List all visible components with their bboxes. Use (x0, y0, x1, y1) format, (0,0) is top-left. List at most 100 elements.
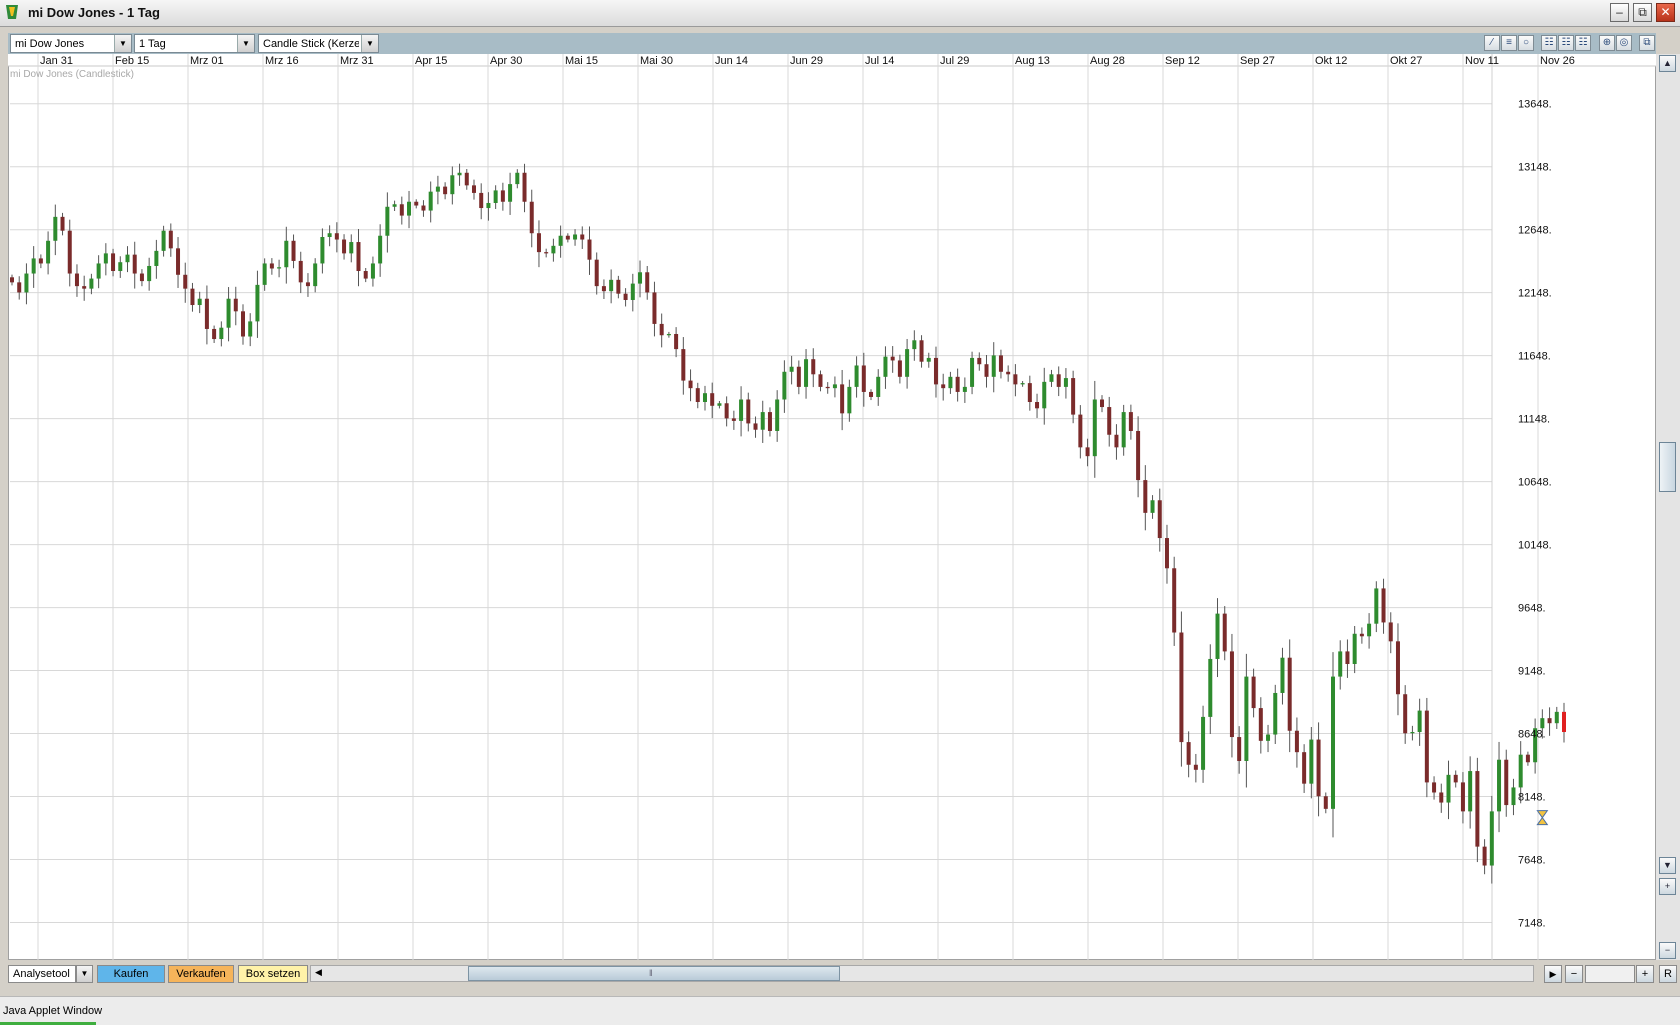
candle-body[interactable] (767, 412, 772, 431)
candle-body[interactable] (125, 254, 130, 263)
horizontal-scroll-thumb[interactable]: ‖ (468, 966, 840, 981)
candle-body[interactable] (926, 357, 931, 362)
chevron-down-icon[interactable]: ▼ (76, 965, 93, 983)
candle-body[interactable] (731, 418, 736, 421)
candle-body[interactable] (342, 239, 347, 254)
candle-body[interactable] (1063, 378, 1068, 387)
candle-body[interactable] (82, 286, 87, 289)
candle-body[interactable] (558, 235, 563, 246)
arrow-left-icon[interactable]: ◀ (315, 967, 322, 978)
candle-body[interactable] (1251, 676, 1256, 709)
candle-body[interactable] (1258, 708, 1263, 741)
candle-body[interactable] (825, 386, 830, 389)
candle-body[interactable] (356, 242, 361, 272)
candle-body[interactable] (1497, 759, 1502, 812)
candle-body[interactable] (666, 333, 671, 336)
candle-body[interactable] (298, 260, 303, 283)
candle-body[interactable] (53, 216, 58, 241)
candle-body[interactable] (1468, 771, 1473, 812)
candle-body[interactable] (760, 412, 765, 430)
candle-body[interactable] (573, 234, 578, 240)
candle-body[interactable] (190, 288, 195, 306)
candle-body[interactable] (1554, 711, 1559, 724)
candle-body[interactable] (1229, 651, 1234, 738)
restore-button[interactable]: ⧉ (1633, 3, 1652, 22)
candle-body[interactable] (500, 190, 505, 202)
candle-body[interactable] (724, 403, 729, 419)
candle-body[interactable] (74, 273, 79, 287)
candle-body[interactable] (804, 359, 809, 387)
candle-body[interactable] (363, 271, 368, 279)
candle-body[interactable] (46, 240, 51, 264)
candle-body[interactable] (984, 364, 989, 377)
candle-body[interactable] (471, 185, 476, 193)
candle-body[interactable] (493, 190, 498, 203)
candle-body[interactable] (890, 356, 895, 361)
period-select[interactable]: 1 Tag ▼ (134, 34, 255, 53)
candle-body[interactable] (118, 262, 123, 272)
scroll-right-button[interactable]: ▶ (1544, 965, 1562, 983)
candle-body[interactable] (103, 253, 108, 264)
candle-body[interactable] (933, 357, 938, 385)
candle-body[interactable] (710, 393, 715, 406)
candle-body[interactable] (854, 365, 859, 387)
candle-body[interactable] (1164, 538, 1169, 569)
candle-body[interactable] (1395, 641, 1400, 695)
candle-body[interactable] (796, 366, 801, 387)
candle-body[interactable] (255, 284, 260, 322)
candle-body[interactable] (861, 365, 866, 392)
candle-body[interactable] (905, 349, 910, 377)
candle-body[interactable] (1273, 692, 1278, 735)
candle-body[interactable] (248, 321, 253, 337)
candle-body[interactable] (443, 186, 448, 195)
vertical-scrollbar[interactable]: ▲ ▼ + − (1656, 54, 1680, 960)
candle-body[interactable] (1042, 381, 1047, 409)
candle-body[interactable] (240, 311, 245, 337)
candle-body[interactable] (1388, 622, 1393, 642)
candle-body[interactable] (1136, 430, 1141, 481)
candle-body[interactable] (1540, 718, 1545, 729)
candle-body[interactable] (1237, 737, 1242, 761)
close-button[interactable]: ✕ (1656, 3, 1675, 22)
chart-type-select[interactable]: Candle Stick (Kerzen ▼ (258, 34, 379, 53)
zoom-in-icon[interactable]: ⊕ (1599, 35, 1615, 51)
candle-body[interactable] (385, 206, 390, 236)
candle-body[interactable] (277, 267, 282, 269)
candle-body[interactable] (1367, 623, 1372, 637)
candle-body[interactable] (1266, 734, 1271, 741)
chevron-down-icon[interactable]: ▼ (114, 35, 131, 52)
candle-body[interactable] (1143, 480, 1148, 513)
candle-body[interactable] (392, 204, 397, 207)
window-icon[interactable]: ⧉ (1639, 35, 1655, 51)
candle-body[interactable] (739, 399, 744, 421)
candle-body[interactable] (775, 399, 780, 431)
horizontal-scrollbar[interactable]: ◀ ‖ (310, 965, 1534, 982)
candle-body[interactable] (1511, 787, 1516, 806)
scroll-up-button[interactable]: ▲ (1659, 55, 1676, 72)
candle-body[interactable] (1201, 716, 1206, 770)
candle-body[interactable] (941, 384, 946, 389)
candle-body[interactable] (508, 184, 513, 202)
candle-body[interactable] (479, 192, 484, 209)
candle-body[interactable] (897, 360, 902, 377)
candle-body[interactable] (638, 272, 643, 284)
candle-body[interactable] (428, 191, 433, 211)
candle-body[interactable] (31, 258, 36, 274)
candle-body[interactable] (1439, 792, 1444, 803)
candlestick-chart[interactable]: 13648. 13148. 12648. 12148. 11648. 11148. 1064… (8, 54, 1656, 960)
candle-body[interactable] (818, 374, 823, 387)
candle-body[interactable] (370, 263, 375, 279)
candle-body[interactable] (414, 201, 419, 206)
chevron-down-icon[interactable]: ▼ (237, 35, 254, 52)
candle-body[interactable] (132, 254, 137, 274)
candle-body[interactable] (1287, 657, 1292, 731)
candle-body[interactable] (1446, 774, 1451, 803)
sell-button[interactable]: Verkaufen (168, 965, 234, 983)
candle-body[interactable] (1215, 613, 1220, 659)
candle-body[interactable] (782, 371, 787, 400)
candle-body[interactable] (1302, 752, 1307, 784)
candle-body[interactable] (320, 237, 325, 264)
candle-body[interactable] (10, 277, 14, 283)
candle-body[interactable] (313, 263, 318, 287)
zoom-plus-button[interactable]: + (1659, 878, 1676, 895)
